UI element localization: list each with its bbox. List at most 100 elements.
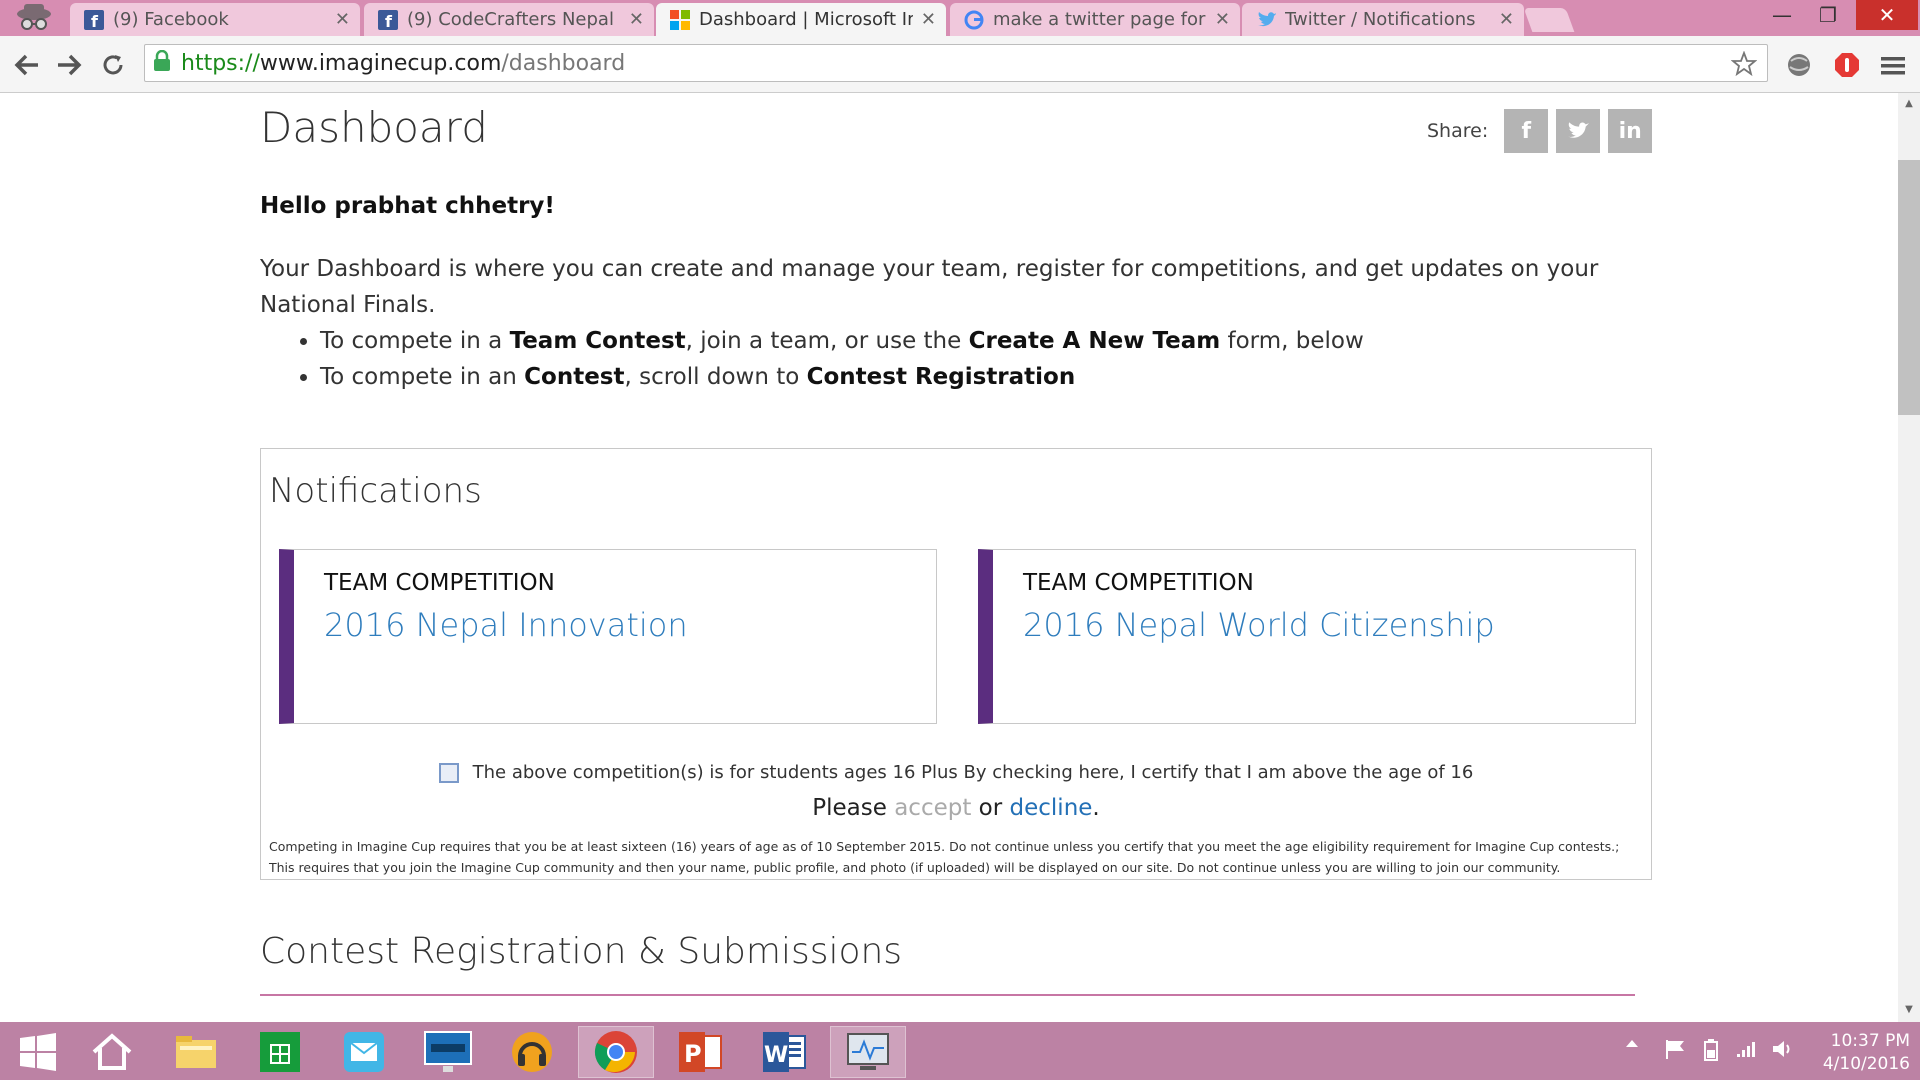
- list-item: To compete in an Contest, scroll down to…: [320, 359, 1364, 395]
- share-twitter-button[interactable]: [1556, 109, 1601, 153]
- windows-start-icon[interactable]: [0, 1026, 76, 1078]
- reload-button[interactable]: [96, 48, 130, 82]
- url-host: www.imaginecup.com: [259, 50, 502, 76]
- tab-close-icon[interactable]: ✕: [1215, 9, 1230, 30]
- minimize-button[interactable]: —: [1760, 0, 1804, 30]
- file-explorer-icon[interactable]: [158, 1026, 234, 1078]
- competition-card[interactable]: TEAM COMPETITION 2016 Nepal World Citize…: [978, 549, 1636, 724]
- card-type: TEAM COMPETITION: [1023, 570, 1254, 596]
- share-facebook-button[interactable]: f: [1504, 109, 1549, 153]
- back-button[interactable]: [10, 48, 44, 82]
- card-competition-link[interactable]: 2016 Nepal World Citizenship: [1023, 606, 1495, 644]
- scrollbar-thumb[interactable]: [1898, 160, 1920, 415]
- clock-date: 4/10/2016: [1822, 1054, 1910, 1074]
- text: To compete in a: [320, 328, 510, 354]
- share-label: Share:: [1427, 120, 1489, 142]
- headphones-app-icon[interactable]: [494, 1026, 570, 1078]
- list-item: To compete in a Team Contest, join a tea…: [320, 323, 1364, 359]
- age-certify-label: The above competition(s) is for students…: [472, 762, 1474, 783]
- scroll-down-icon[interactable]: ▼: [1898, 1004, 1920, 1020]
- accept-link[interactable]: accept: [894, 795, 971, 821]
- tab-label: make a twitter page for bu: [993, 9, 1207, 30]
- resource-monitor-icon[interactable]: [830, 1026, 906, 1078]
- microsoft-icon: [670, 9, 690, 30]
- text-bold: Team Contest: [509, 328, 686, 354]
- svg-text:P: P: [684, 1040, 702, 1068]
- facebook-icon: f: [1521, 118, 1532, 144]
- tab-label: Twitter / Notifications: [1285, 9, 1476, 30]
- battery-icon[interactable]: [1696, 1038, 1726, 1062]
- card-competition-link[interactable]: 2016 Nepal Innovation: [324, 606, 688, 644]
- text: , join a team, or use the: [685, 328, 969, 354]
- system-clock[interactable]: 10:37 PM 4/10/2016: [1800, 1030, 1910, 1076]
- forward-button[interactable]: [52, 48, 86, 82]
- contest-section-title: Contest Registration & Submissions: [260, 931, 903, 972]
- scroll-up-icon[interactable]: ▲: [1898, 98, 1920, 114]
- svg-text:f: f: [385, 12, 393, 30]
- action-center-flag-icon[interactable]: [1660, 1038, 1690, 1060]
- tab-dashboard[interactable]: Dashboard | Microsoft Ima ✕: [656, 3, 946, 36]
- competition-card[interactable]: TEAM COMPETITION 2016 Nepal Innovation: [279, 549, 937, 724]
- extension-globe-icon[interactable]: [1782, 48, 1816, 82]
- address-bar[interactable]: https://www.imaginecup.com/dashboard: [144, 44, 1768, 82]
- text: .: [1092, 795, 1100, 821]
- home-icon[interactable]: [74, 1026, 150, 1078]
- text: or: [971, 795, 1010, 821]
- decline-link[interactable]: decline: [1010, 795, 1093, 821]
- linkedin-icon: in: [1618, 118, 1642, 144]
- tab-label: (9) CodeCrafters Nepal: [407, 9, 614, 30]
- browser-titlebar: f (9) Facebook ✕ f (9) CodeCrafters Nepa…: [0, 0, 1920, 36]
- close-window-button[interactable]: ✕: [1856, 0, 1918, 30]
- tab-close-icon[interactable]: ✕: [335, 9, 350, 30]
- age-certify-checkbox[interactable]: [438, 762, 459, 783]
- tab-codecrafters[interactable]: f (9) CodeCrafters Nepal ✕: [364, 3, 654, 36]
- tab-facebook[interactable]: f (9) Facebook ✕: [70, 3, 360, 36]
- twitter-icon: [1568, 122, 1590, 138]
- url-scheme: https://: [181, 50, 260, 76]
- age-certify-row: The above competition(s) is for students…: [261, 762, 1651, 783]
- wifi-signal-icon[interactable]: [1732, 1038, 1762, 1058]
- greeting: Hello prabhat chhetry!: [260, 193, 555, 219]
- clock-time: 10:37 PM: [1830, 1031, 1910, 1051]
- menu-hamburger-icon[interactable]: [1876, 48, 1910, 82]
- new-tab-button[interactable]: [1523, 8, 1575, 32]
- instructions-list: To compete in a Team Contest, join a tea…: [260, 323, 1364, 395]
- incognito-spy-icon: [6, 2, 62, 36]
- page-content: Dashboard Share: f in Hello prabhat chhe…: [0, 93, 1898, 1022]
- twitter-icon: [1256, 10, 1276, 30]
- arrow-left-icon: [14, 54, 38, 76]
- tab-close-icon[interactable]: ✕: [1499, 9, 1514, 30]
- google-icon: [964, 10, 984, 30]
- text: form, below: [1220, 328, 1364, 354]
- facebook-icon: f: [378, 9, 398, 30]
- accept-decline-row: Please accept or decline.: [261, 795, 1651, 821]
- tab-label: Dashboard | Microsoft Ima: [699, 9, 913, 30]
- tab-twitter[interactable]: Twitter / Notifications ✕: [1242, 3, 1524, 36]
- word-icon[interactable]: W: [746, 1026, 822, 1078]
- text: Please: [812, 795, 895, 821]
- chrome-icon[interactable]: [578, 1026, 654, 1078]
- powerpoint-icon[interactable]: P: [662, 1026, 738, 1078]
- volume-icon[interactable]: [1768, 1038, 1798, 1060]
- facebook-icon: f: [84, 9, 104, 30]
- share-linkedin-button[interactable]: in: [1608, 109, 1653, 153]
- notifications-title: Notifications: [269, 471, 482, 511]
- store-icon[interactable]: [242, 1026, 318, 1078]
- extension-adblock-icon[interactable]: [1830, 48, 1864, 82]
- fine-print-line: Competing in Imagine Cup requires that y…: [269, 839, 1620, 854]
- lenovo-monitor-icon[interactable]: [410, 1026, 486, 1078]
- reload-icon: [103, 55, 123, 75]
- fine-print-line: This requires that you join the Imagine …: [269, 860, 1561, 875]
- tab-google-search[interactable]: make a twitter page for bu ✕: [950, 3, 1240, 36]
- tab-close-icon[interactable]: ✕: [629, 9, 644, 30]
- svg-text:W: W: [764, 1043, 788, 1068]
- restore-button[interactable]: ❐: [1806, 0, 1850, 30]
- tab-close-icon[interactable]: ✕: [921, 9, 936, 30]
- text-bold: Create A New Team: [968, 328, 1221, 354]
- lock-icon: [153, 49, 171, 76]
- bookmark-star-icon[interactable]: [1730, 50, 1758, 81]
- tab-label: (9) Facebook: [113, 9, 229, 30]
- mail-icon[interactable]: [326, 1026, 402, 1078]
- notifications-panel: Notifications TEAM COMPETITION 2016 Nepa…: [260, 448, 1652, 880]
- show-hidden-icons-chevron-icon[interactable]: [1622, 1038, 1642, 1048]
